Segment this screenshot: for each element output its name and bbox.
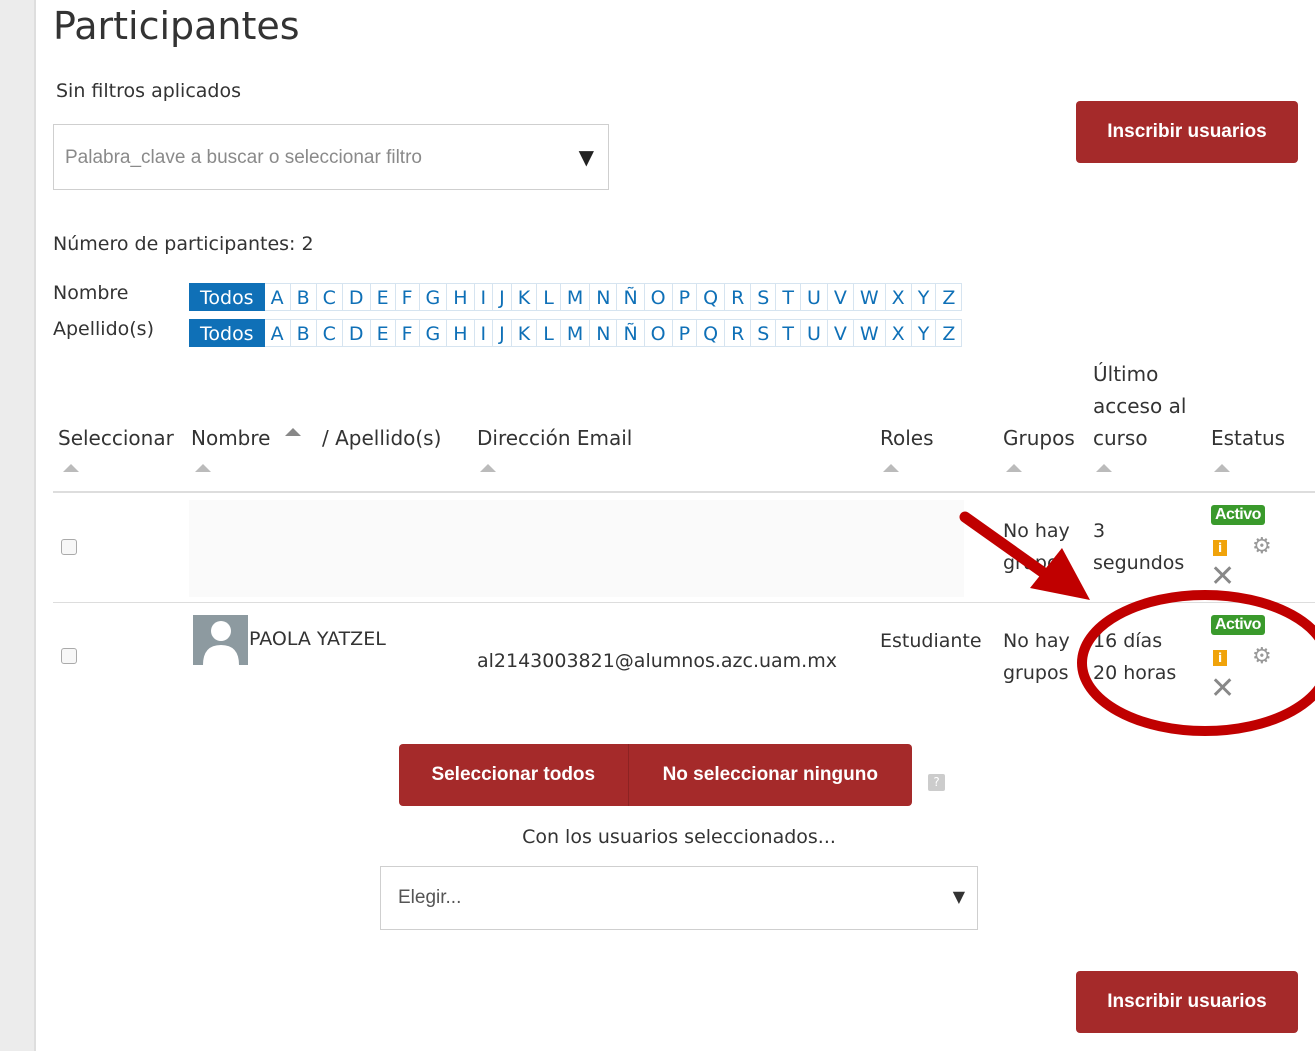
enrol-users-button-bottom[interactable]: Inscribir usuarios — [1076, 971, 1298, 1033]
caret-down-icon: ▼ — [952, 887, 965, 906]
annotation-ellipse — [1077, 590, 1315, 736]
with-selected-label: Con los usuarios seleccionados... — [522, 826, 836, 848]
help-icon[interactable]: ? — [928, 774, 945, 791]
bulk-select-button-group: Seleccionar todos No seleccionar ninguno — [399, 744, 912, 806]
select-none-button[interactable]: No seleccionar ninguno — [628, 744, 912, 806]
bulk-action-select[interactable]: Elegir... ▼ — [380, 866, 978, 930]
bulk-action-value: Elegir... — [398, 887, 462, 908]
select-all-button[interactable]: Seleccionar todos — [399, 744, 629, 806]
